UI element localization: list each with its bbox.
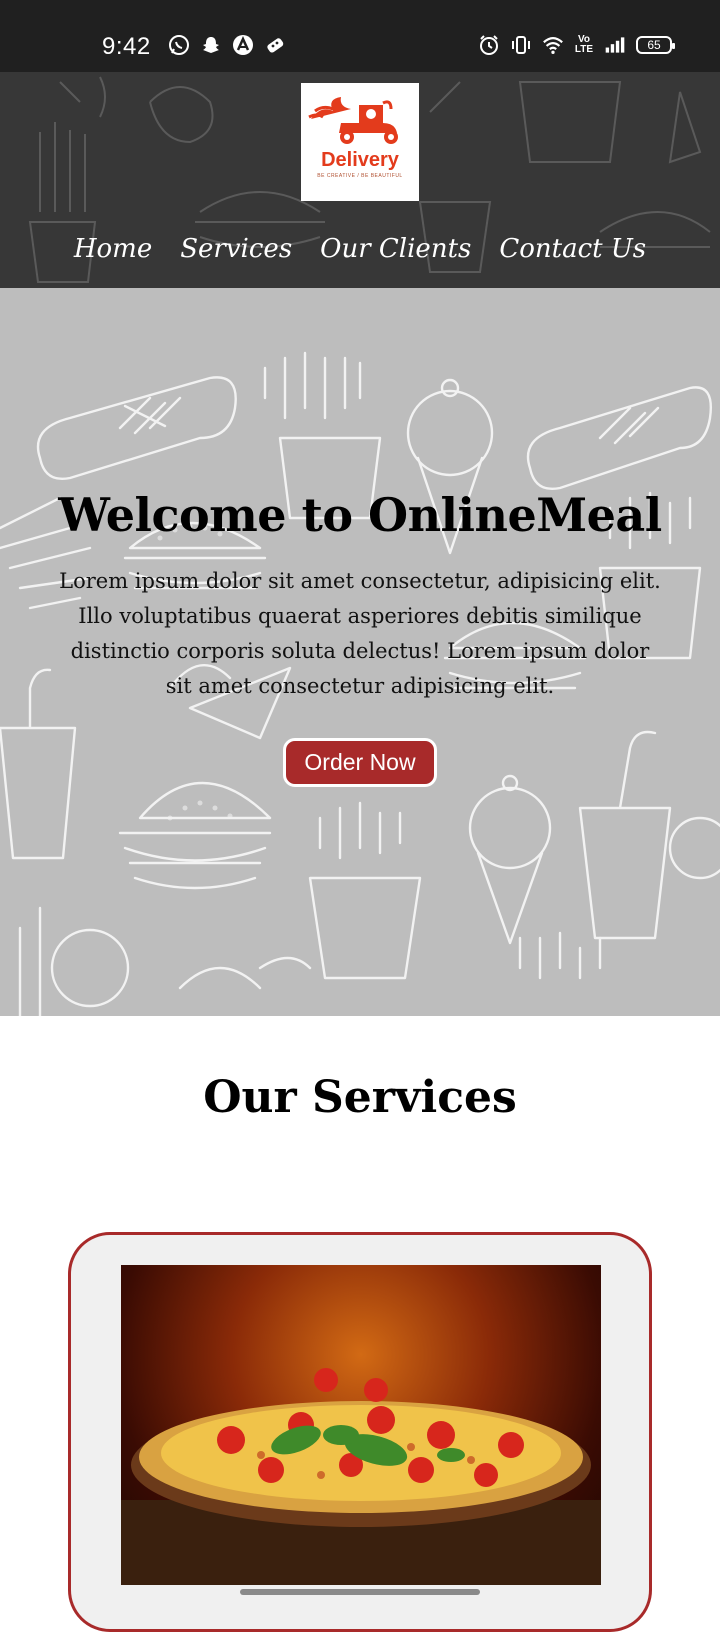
nav-contact-us[interactable]: Contact Us xyxy=(499,234,646,264)
signal-icon xyxy=(604,34,626,56)
vibrate-icon xyxy=(510,34,532,56)
clock: 9:42 xyxy=(102,33,151,60)
logo-text: Delivery xyxy=(321,149,399,171)
hero-title: Welcome to OnlineMeal xyxy=(58,488,662,542)
gesture-bar[interactable] xyxy=(240,1589,480,1595)
alarm-icon xyxy=(478,34,500,56)
services-title: Our Services xyxy=(203,1072,517,1123)
whatsapp-icon xyxy=(168,34,190,56)
main-nav: Home Services Our Clients Contact Us xyxy=(0,234,720,264)
snapchat-icon xyxy=(200,34,222,56)
pizza-icon xyxy=(121,1368,601,1585)
wifi-icon xyxy=(542,34,564,56)
nav-our-clients[interactable]: Our Clients xyxy=(320,234,471,264)
logo-tagline: BE CREATIVE / BE BEAUTIFUL xyxy=(317,173,403,179)
game-icon xyxy=(264,34,286,56)
nav-services[interactable]: Services xyxy=(180,234,292,264)
site-header: Delivery BE CREATIVE / BE BEAUTIFUL Home… xyxy=(0,72,720,288)
volte-icon: Vo LTE xyxy=(574,34,594,55)
hero-content: Welcome to OnlineMeal Lorem ipsum dolor … xyxy=(0,488,720,787)
order-now-button[interactable]: Order Now xyxy=(283,738,437,787)
nav-home[interactable]: Home xyxy=(74,234,152,264)
hero-description: Lorem ipsum dolor sit amet consectetur, … xyxy=(59,569,661,698)
logo[interactable]: Delivery BE CREATIVE / BE BEAUTIFUL xyxy=(301,83,419,201)
battery-icon: 65 xyxy=(636,36,675,54)
arc-icon xyxy=(232,34,254,56)
service-card[interactable] xyxy=(68,1232,652,1632)
status-bar: 9:42 Vo LTE 65 xyxy=(0,0,720,72)
hero-section: Welcome to OnlineMeal Lorem ipsum dolor … xyxy=(0,288,720,1016)
pizza-image xyxy=(121,1265,601,1585)
delivery-scooter-icon xyxy=(308,97,398,144)
